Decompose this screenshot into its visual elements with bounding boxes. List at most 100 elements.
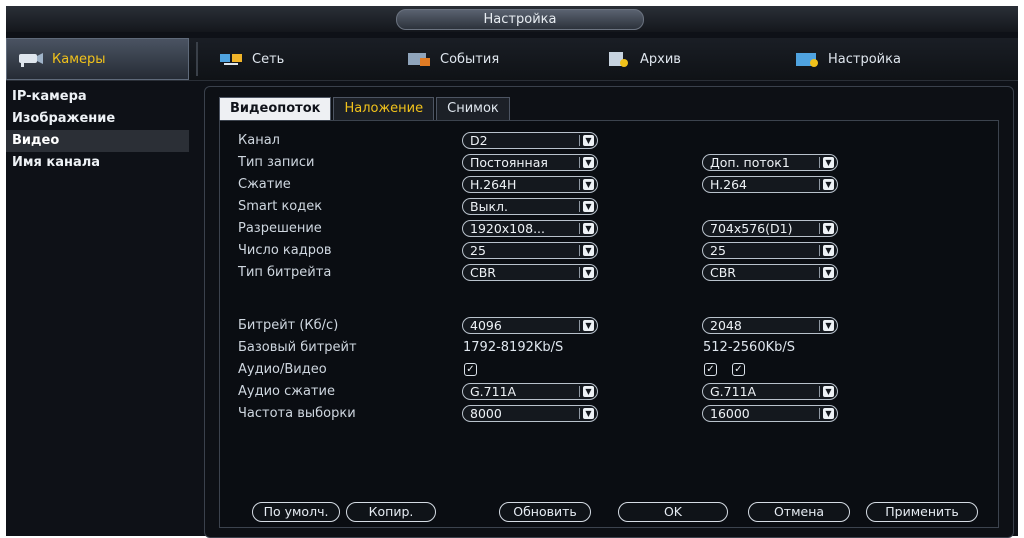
bitrate-type-main-select[interactable]: CBR ▼ — [462, 264, 598, 281]
frame-rate-extra-select[interactable]: 25 ▼ — [702, 242, 838, 259]
title-bar: Настройка — [6, 6, 1018, 32]
chevron-down-icon: ▼ — [583, 179, 594, 190]
resolution-extra-select[interactable]: 704x576(D1) ▼ — [702, 220, 838, 237]
base-bitrate-row: Базовый битрейт 1792-8192Kb/S 512-2560Kb… — [220, 338, 998, 358]
chevron-down-icon: ▼ — [823, 267, 834, 278]
default-button[interactable]: По умолч. — [252, 502, 340, 522]
audio-video-row: Аудио/Видео ✓ ✓ ✓ — [220, 360, 998, 380]
chevron-down-icon: ▼ — [583, 267, 594, 278]
sidebar-item-video[interactable]: Видео — [6, 130, 189, 152]
chevron-down-icon: ▼ — [823, 386, 834, 397]
resolution-main-select[interactable]: 1920x108... ▼ — [462, 220, 598, 237]
compression-row: Сжатие H.264H ▼ H.264 ▼ — [220, 175, 998, 195]
base-bitrate-label: Базовый битрейт — [238, 340, 357, 355]
nav-network[interactable]: Сеть — [218, 38, 284, 80]
chevron-down-icon: ▼ — [823, 157, 834, 168]
refresh-button[interactable]: Обновить — [499, 502, 591, 522]
base-bitrate-extra-value: 512-2560Kb/S — [703, 340, 795, 355]
record-type-main-select[interactable]: Постоянная ▼ — [462, 154, 598, 171]
bitrate-type-label: Тип битрейта — [238, 265, 332, 280]
bitrate-type-row: Тип битрейта CBR ▼ CBR ▼ — [220, 263, 998, 283]
nav-settings-label: Настройка — [828, 51, 901, 67]
compression-label: Сжатие — [238, 177, 291, 192]
channel-label: Канал — [238, 133, 280, 148]
chevron-down-icon: ▼ — [583, 201, 594, 212]
channel-row: Канал D2 ▼ — [220, 131, 998, 151]
smart-codec-label: Smart кодек — [238, 199, 323, 214]
sample-rate-main-select[interactable]: 8000 ▼ — [462, 405, 598, 422]
settings-icon — [794, 50, 820, 68]
tab-video-stream[interactable]: Видеопоток — [219, 97, 332, 120]
nav-archive-label: Архив — [640, 51, 681, 67]
sidebar: IP-камера Изображение Видео Имя канала — [6, 86, 189, 536]
audio-compression-extra-select[interactable]: G.711A ▼ — [702, 383, 838, 400]
channel-select[interactable]: D2 ▼ — [462, 132, 598, 149]
bitrate-type-extra-select[interactable]: CBR ▼ — [702, 264, 838, 281]
chevron-down-icon: ▼ — [583, 135, 594, 146]
bitrate-row: Битрейт (Кб/с) 4096 ▼ 2048 ▼ — [220, 316, 998, 336]
sidebar-item-image[interactable]: Изображение — [6, 108, 189, 130]
nav-cameras[interactable]: Камеры — [18, 38, 106, 80]
resolution-label: Разрешение — [238, 221, 322, 236]
cancel-button[interactable]: Отмена — [748, 502, 850, 522]
window-title: Настройка — [396, 9, 644, 30]
audio-compression-row: Аудио сжатие G.711A ▼ G.711A ▼ — [220, 382, 998, 402]
archive-icon — [606, 50, 632, 68]
ok-button[interactable]: OK — [618, 502, 728, 522]
record-type-extra-select[interactable]: Доп. поток1 ▼ — [702, 154, 838, 171]
sidebar-item-channel-name[interactable]: Имя канала — [6, 152, 189, 174]
record-type-row: Тип записи Постоянная ▼ Доп. поток1 ▼ — [220, 153, 998, 173]
bitrate-main-select[interactable]: 4096 ▼ — [462, 317, 598, 334]
chevron-down-icon: ▼ — [583, 245, 594, 256]
settings-panel: Видеопоток Наложение Снимок Канал D2 ▼ Т… — [204, 86, 1014, 538]
tab-overlay[interactable]: Наложение — [333, 97, 435, 120]
chevron-down-icon: ▼ — [823, 223, 834, 234]
events-icon — [406, 50, 432, 68]
sample-rate-label: Частота выборки — [238, 406, 356, 421]
frame-rate-main-select[interactable]: 25 ▼ — [462, 242, 598, 259]
chevron-down-icon: ▼ — [823, 320, 834, 331]
camera-icon — [18, 50, 44, 68]
resolution-row: Разрешение 1920x108... ▼ 704x576(D1) ▼ — [220, 219, 998, 239]
smart-codec-row: Smart кодек Выкл. ▼ — [220, 197, 998, 217]
chevron-down-icon: ▼ — [583, 320, 594, 331]
app-window: Настройка Камеры Сеть События Архив Наст… — [6, 6, 1018, 538]
compression-main-select[interactable]: H.264H ▼ — [462, 176, 598, 193]
sample-rate-row: Частота выборки 8000 ▼ 16000 ▼ — [220, 404, 998, 424]
nav-settings[interactable]: Настройка — [794, 38, 901, 80]
frame-rate-row: Число кадров 25 ▼ 25 ▼ — [220, 241, 998, 261]
audio-video-main-checkbox[interactable]: ✓ — [464, 363, 477, 376]
chevron-down-icon: ▼ — [583, 223, 594, 234]
nav-archive[interactable]: Архив — [606, 38, 681, 80]
nav-events-label: События — [440, 51, 500, 67]
smart-codec-select[interactable]: Выкл. ▼ — [462, 198, 598, 215]
nav-divider — [196, 42, 198, 76]
chevron-down-icon: ▼ — [583, 157, 594, 168]
network-icon — [218, 50, 244, 68]
audio-video-extra-checkbox[interactable]: ✓ — [704, 363, 717, 376]
compression-extra-select[interactable]: H.264 ▼ — [702, 176, 838, 193]
chevron-down-icon: ▼ — [583, 408, 594, 419]
record-type-label: Тип записи — [238, 155, 315, 170]
apply-button[interactable]: Применить — [866, 502, 978, 522]
tab-bar: Видеопоток Наложение Снимок — [219, 97, 512, 120]
audio-video-label: Аудио/Видео — [238, 362, 327, 377]
audio-compression-main-select[interactable]: G.711A ▼ — [462, 383, 598, 400]
bitrate-extra-select[interactable]: 2048 ▼ — [702, 317, 838, 334]
sidebar-item-ip-camera[interactable]: IP-камера — [6, 86, 189, 108]
nav-events[interactable]: События — [406, 38, 499, 80]
nav-cameras-label: Камеры — [52, 51, 106, 67]
bitrate-label: Битрейт (Кб/с) — [238, 318, 339, 333]
frame-rate-label: Число кадров — [238, 243, 332, 258]
chevron-down-icon: ▼ — [583, 386, 594, 397]
chevron-down-icon: ▼ — [823, 245, 834, 256]
tab-snapshot[interactable]: Снимок — [436, 97, 510, 120]
audio-compression-label: Аудио сжатие — [238, 384, 335, 399]
chevron-down-icon: ▼ — [823, 408, 834, 419]
nav-network-label: Сеть — [252, 51, 285, 67]
sample-rate-extra-select[interactable]: 16000 ▼ — [702, 405, 838, 422]
audio-video-extra2-checkbox[interactable]: ✓ — [732, 363, 745, 376]
copy-button[interactable]: Копир. — [346, 502, 436, 522]
video-settings-form: Канал D2 ▼ Тип записи Постоянная ▼ Доп. … — [219, 120, 999, 528]
chevron-down-icon: ▼ — [823, 179, 834, 190]
